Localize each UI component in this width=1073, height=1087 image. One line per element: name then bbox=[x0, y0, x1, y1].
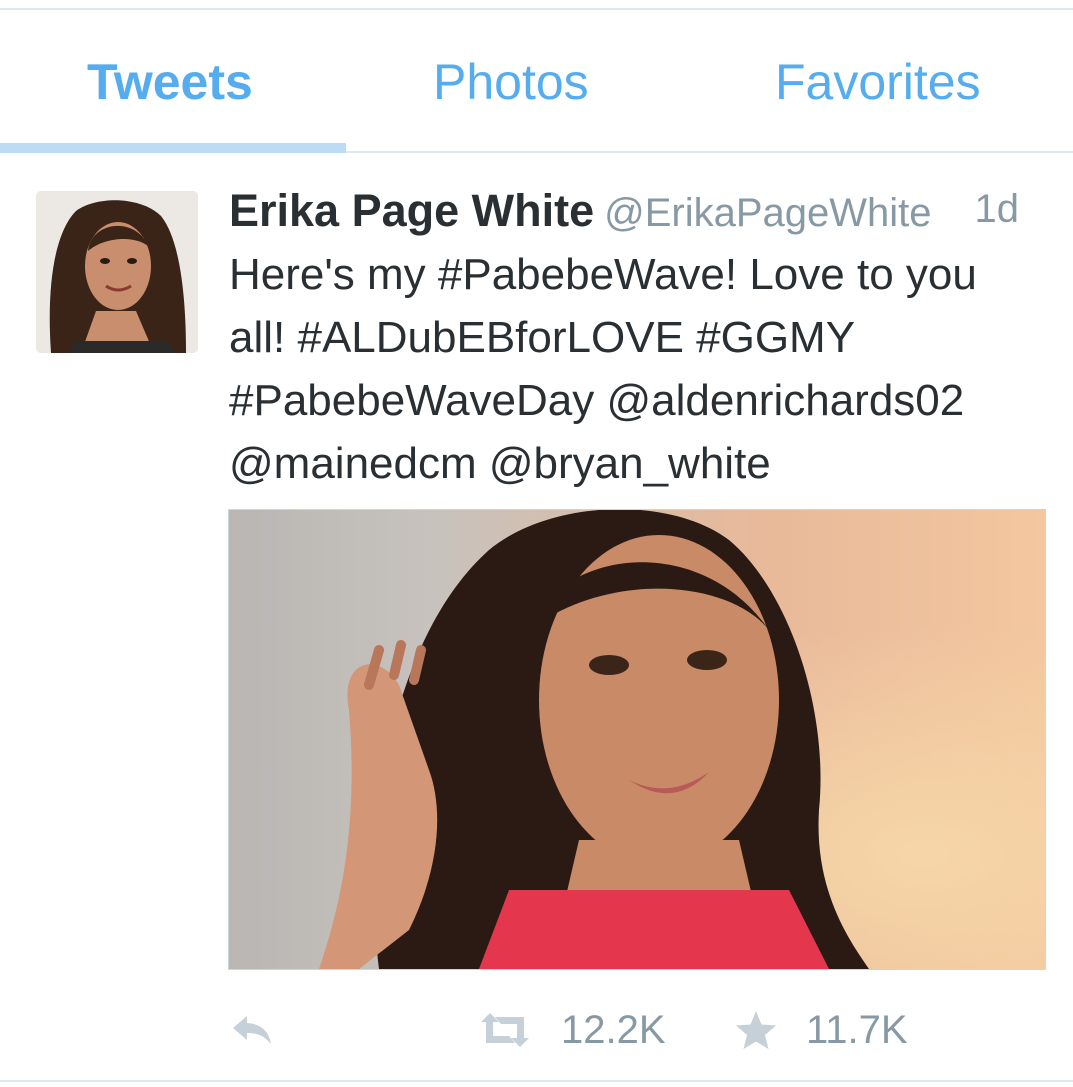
tweet-text-line: #PabebeWaveDay @aldenrichards02 bbox=[229, 376, 965, 425]
tab-favorites[interactable]: Favorites bbox=[775, 50, 981, 114]
tweet-photo[interactable] bbox=[228, 509, 1046, 970]
reply-icon bbox=[233, 1016, 271, 1044]
retweet-count: 12.2K bbox=[561, 1007, 666, 1052]
tweet-text: Here's my #PabebeWave! Love to you all! … bbox=[229, 243, 1049, 495]
tweet-actions: 12.2K 11.7K bbox=[229, 1000, 1049, 1060]
tweet-text-line: @mainedcm @bryan_white bbox=[229, 439, 771, 488]
avatar[interactable] bbox=[36, 191, 198, 353]
favorite-count: 11.7K bbox=[806, 1007, 908, 1052]
tweet-photo-image bbox=[229, 510, 1045, 969]
tab-divider bbox=[346, 151, 1073, 153]
active-tab-indicator bbox=[0, 143, 346, 153]
profile-tabs: Tweets Photos Favorites bbox=[0, 10, 1073, 153]
tweet-text-line: all! #ALDubEBforLOVE #GGMY bbox=[229, 313, 856, 362]
star-icon bbox=[736, 1011, 776, 1049]
tweet-card[interactable]: Erika Page White @ErikaPageWhite 1d Here'… bbox=[0, 155, 1073, 1083]
tweet-timestamp: 1d bbox=[974, 187, 1020, 231]
retweet-button[interactable]: 12.2K bbox=[477, 1000, 666, 1060]
tab-photos[interactable]: Photos bbox=[433, 50, 589, 114]
favorite-button[interactable]: 11.7K bbox=[734, 1000, 908, 1060]
bottom-divider bbox=[0, 1080, 1073, 1082]
reply-button[interactable] bbox=[229, 1000, 275, 1060]
retweet-icon bbox=[481, 1013, 529, 1047]
author-name[interactable]: Erika Page White bbox=[229, 185, 594, 236]
avatar-image bbox=[36, 191, 198, 353]
tab-tweets[interactable]: Tweets bbox=[87, 50, 253, 114]
tweet-header: Erika Page White @ErikaPageWhite 1d bbox=[229, 185, 1049, 245]
author-handle[interactable]: @ErikaPageWhite bbox=[604, 191, 931, 235]
tweet-text-line: Here's my #PabebeWave! Love to you bbox=[229, 250, 977, 299]
